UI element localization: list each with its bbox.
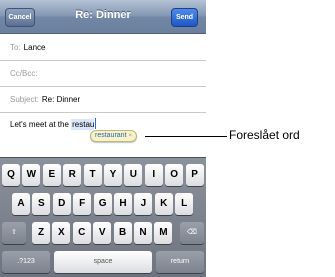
return-key[interactable]: return [156,251,204,273]
send-button[interactable]: Send [171,8,198,27]
suggested-word[interactable]: restaurant [95,132,127,139]
key-a[interactable]: A [12,193,30,215]
shift-key[interactable]: ⇧ [2,222,26,244]
key-q[interactable]: Q [2,164,20,186]
subject-label: Subject: [10,95,39,104]
key-u[interactable]: U [124,164,143,186]
key-o[interactable]: O [165,164,184,186]
key-r[interactable]: R [63,164,82,186]
key-k[interactable]: K [154,193,173,215]
nav-title: Re: Dinner [75,9,131,21]
key-w[interactable]: W [22,164,41,186]
key-p[interactable]: P [185,164,204,186]
message-body[interactable]: Let's meet at the restau [10,118,97,130]
key-m[interactable]: M [154,222,173,244]
cancel-button[interactable]: Cancel [5,8,35,27]
key-f[interactable]: F [73,193,92,215]
subject-field[interactable]: Subject: Re: Dinner [0,87,206,113]
key-s[interactable]: S [32,193,51,215]
to-label: To: [10,43,21,52]
text-cursor [95,118,97,129]
ccbcc-label: Cc/Bcc: [10,69,38,78]
key-c[interactable]: C [72,222,91,244]
key-z[interactable]: Z [32,222,50,244]
nav-bar: Cancel Re: Dinner Send [0,0,206,34]
key-h[interactable]: H [114,193,132,215]
key-e[interactable]: E [42,164,61,186]
body-text: Let's meet at the [10,120,72,129]
ccbcc-field[interactable]: Cc/Bcc: [0,61,206,87]
key-d[interactable]: D [52,193,71,215]
key-l[interactable]: L [175,193,194,215]
to-field[interactable]: To: Lance [0,35,206,61]
key-i[interactable]: I [144,164,163,186]
subject-value[interactable]: Re: Dinner [42,95,80,104]
dismiss-suggestion-icon[interactable]: × [129,133,133,139]
space-key[interactable]: space [54,251,152,273]
key-t[interactable]: T [83,164,102,186]
typed-word: restau [71,119,95,130]
key-y[interactable]: Y [104,164,122,186]
key-b[interactable]: B [113,222,132,244]
callout-label: Foreslået ord [229,128,300,142]
delete-key[interactable]: ⌫ [180,222,204,244]
key-v[interactable]: V [93,222,112,244]
mail-compose-screen: Cancel Re: Dinner Send To: Lance Cc/Bcc: … [0,0,206,277]
key-j[interactable]: J [134,193,153,215]
word-suggestion-bubble[interactable]: restaurant × [90,130,138,142]
key-x[interactable]: X [52,222,71,244]
numbers-key[interactable]: .?123 [2,251,50,273]
to-value[interactable]: Lance [24,43,46,52]
key-n[interactable]: N [134,222,152,244]
key-g[interactable]: G [93,193,112,215]
callout-line [145,136,227,137]
keyboard: Q W E R T Y U I O P A S D F G H J K L ⇧ Z X C V B N M ⌫ .?123 space re… [0,157,206,277]
